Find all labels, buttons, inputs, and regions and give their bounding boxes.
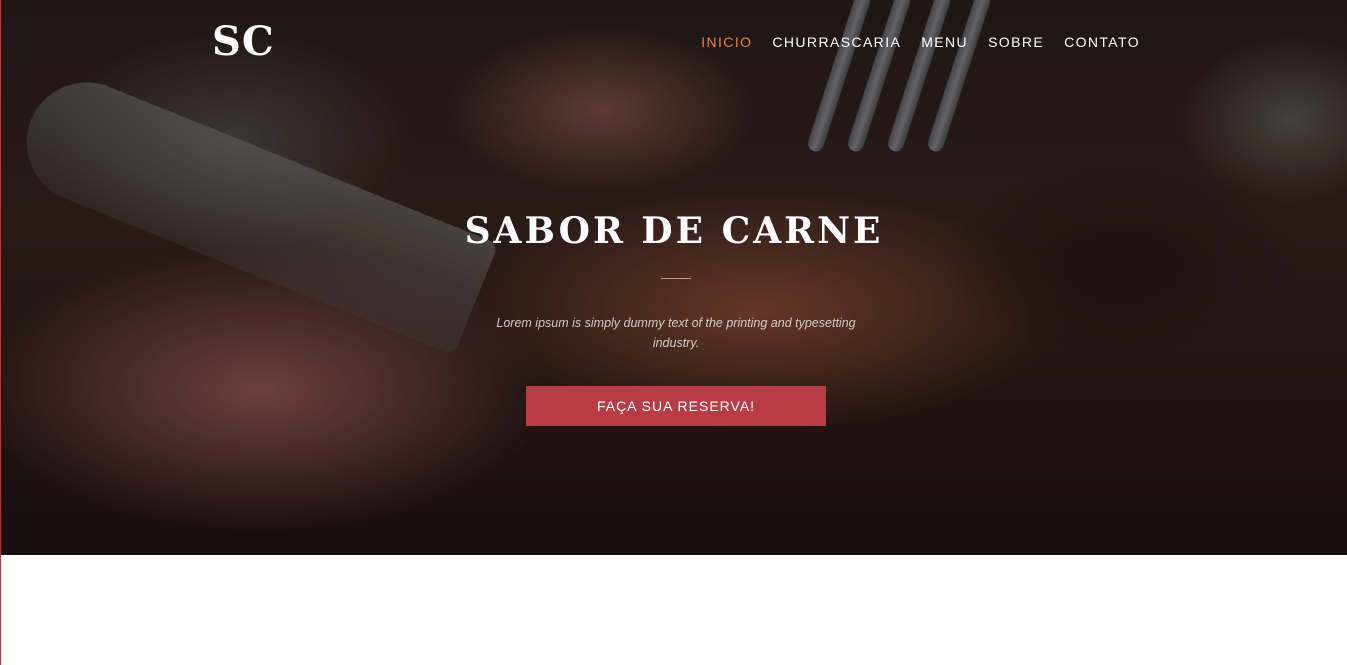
- nav-item-sobre[interactable]: SOBRE: [988, 32, 1044, 52]
- nav-item-contato[interactable]: CONTATO: [1064, 32, 1140, 52]
- nav-item-inicio[interactable]: INICIO: [701, 32, 752, 52]
- reservation-button[interactable]: FAÇA SUA RESERVA!: [526, 386, 826, 426]
- hero-title: SABOR DE CARNE: [464, 210, 884, 252]
- main-navigation: INICIO CHURRASCARIA MENU SOBRE CONTATO: [701, 32, 1140, 52]
- nav-item-menu[interactable]: MENU: [921, 32, 968, 52]
- site-logo[interactable]: SC: [212, 17, 275, 67]
- nav-item-churrascaria[interactable]: CHURRASCARIA: [772, 32, 901, 52]
- hero-subtitle: Lorem ipsum is simply dummy text of the …: [496, 316, 856, 350]
- hero-banner: SC INICIO CHURRASCARIA MENU SOBRE CONTAT…: [1, 0, 1347, 555]
- hero-divider: [661, 278, 691, 279]
